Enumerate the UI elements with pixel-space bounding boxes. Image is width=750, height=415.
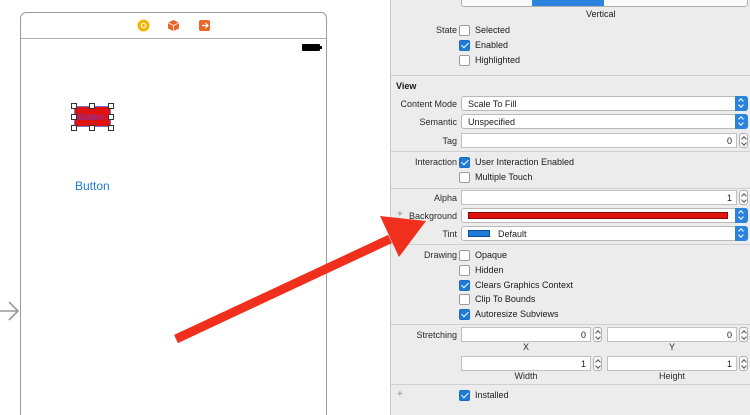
chevron-updown-icon: [735, 96, 748, 111]
alpha-label: Alpha: [433, 193, 457, 203]
semantic-value: Unspecified: [468, 117, 516, 127]
stretching-width-caption: Width: [514, 371, 538, 381]
opaque-label: Opaque: [475, 250, 508, 260]
installed-label: Installed: [475, 390, 509, 400]
chevron-updown-icon: [735, 114, 748, 129]
semantic-popup[interactable]: Unspecified: [461, 114, 748, 129]
hidden-label: Hidden: [475, 265, 504, 275]
view-controller-scene[interactable]: Button Button: [20, 12, 327, 415]
selected-button-title: Button: [78, 112, 105, 122]
storyboard-canvas[interactable]: Button Button: [0, 0, 390, 415]
multiple-touch-checkbox[interactable]: [459, 172, 470, 183]
interaction-label: Interaction: [414, 157, 457, 167]
resize-handle[interactable]: [89, 125, 95, 131]
battery-icon: [302, 44, 322, 51]
user-interaction-checkbox[interactable]: [459, 157, 470, 168]
alpha-field[interactable]: 1: [461, 190, 737, 205]
tag-stepper[interactable]: [739, 133, 748, 148]
autoresize-checkbox[interactable]: [459, 309, 470, 320]
stretching-width-field[interactable]: 1: [461, 356, 591, 371]
tint-color-swatch: [468, 230, 490, 237]
stretching-width-value: 1: [580, 359, 586, 369]
highlighted-checkbox[interactable]: [459, 55, 470, 66]
scene-dock: [21, 13, 326, 39]
tag-label: Tag: [442, 136, 457, 146]
opaque-checkbox[interactable]: [459, 250, 470, 261]
clip-to-bounds-checkbox[interactable]: [459, 294, 470, 305]
exit-icon[interactable]: [198, 19, 211, 32]
attributes-inspector: Vertical State Selected Enabled Highligh…: [390, 0, 750, 415]
tint-color-popup[interactable]: Default: [461, 226, 748, 241]
background-color-swatch: [468, 212, 728, 219]
stretching-y-field[interactable]: 0: [607, 327, 737, 342]
section-divider: [391, 75, 750, 76]
stretching-label: Stretching: [416, 330, 457, 340]
hidden-checkbox[interactable]: [459, 265, 470, 276]
stretching-width-stepper[interactable]: [593, 356, 602, 371]
enabled-checkbox[interactable]: [459, 40, 470, 51]
selected-checkbox[interactable]: [459, 25, 470, 36]
multiple-touch-label: Multiple Touch: [475, 172, 533, 182]
resize-handle[interactable]: [108, 114, 114, 120]
stretching-x-stepper[interactable]: [593, 327, 602, 342]
chevron-updown-icon: [735, 226, 748, 241]
view-section-title: View: [396, 81, 417, 91]
stretching-height-caption: Height: [658, 371, 685, 381]
selected-button[interactable]: Button: [74, 106, 111, 127]
content-mode-popup[interactable]: Scale To Fill: [461, 96, 748, 111]
clears-graphics-label: Clears Graphics Context: [475, 280, 574, 290]
axis-label: Vertical: [586, 9, 616, 19]
section-divider: [391, 384, 750, 385]
resize-handle[interactable]: [71, 125, 77, 131]
section-divider: [391, 324, 750, 325]
resize-handle[interactable]: [108, 103, 114, 109]
resize-handle[interactable]: [89, 103, 95, 109]
stretching-x-caption: X: [522, 342, 529, 352]
alpha-stepper[interactable]: [739, 190, 748, 205]
installed-checkbox[interactable]: [459, 390, 470, 401]
semantic-label: Semantic: [419, 117, 457, 127]
section-divider: [391, 151, 750, 152]
stretching-x-value: 0: [580, 330, 586, 340]
content-mode-value: Scale To Fill: [468, 99, 517, 109]
resize-handle[interactable]: [108, 125, 114, 131]
section-divider: [391, 188, 750, 189]
view-controller-icon[interactable]: [137, 19, 150, 32]
background-color-popup[interactable]: [461, 208, 748, 223]
axis-segmented-control[interactable]: [461, 0, 748, 7]
enabled-checkbox-label: Enabled: [475, 40, 509, 50]
tint-value: Default: [498, 229, 527, 239]
first-responder-icon[interactable]: [167, 19, 180, 32]
clip-to-bounds-label: Clip To Bounds: [475, 294, 536, 304]
user-interaction-label: User Interaction Enabled: [475, 157, 575, 167]
axis-segment-selected[interactable]: [532, 0, 604, 6]
stretching-height-stepper[interactable]: [739, 356, 748, 371]
tag-value: 0: [726, 136, 732, 146]
chevron-updown-icon: [735, 208, 748, 223]
section-divider: [391, 244, 750, 245]
segue-arrow-icon: [0, 301, 20, 321]
stretching-y-stepper[interactable]: [739, 327, 748, 342]
tag-field[interactable]: 0: [461, 133, 737, 148]
selected-checkbox-label: Selected: [475, 25, 511, 35]
content-mode-label: Content Mode: [400, 99, 457, 109]
tint-label: Tint: [442, 229, 457, 239]
add-variation-icon[interactable]: +: [397, 389, 403, 400]
system-button[interactable]: Button: [75, 179, 110, 193]
stretching-height-field[interactable]: 1: [607, 356, 737, 371]
highlighted-checkbox-label: Highlighted: [475, 55, 521, 65]
stretching-height-value: 1: [726, 359, 732, 369]
alpha-value: 1: [726, 193, 732, 203]
resize-handle[interactable]: [71, 103, 77, 109]
resize-handle[interactable]: [71, 114, 77, 120]
state-label: State: [435, 25, 457, 35]
stretching-y-caption: Y: [668, 342, 675, 352]
background-label: Background: [408, 211, 457, 221]
drawing-label: Drawing: [423, 250, 457, 260]
clears-graphics-checkbox[interactable]: [459, 280, 470, 291]
autoresize-label: Autoresize Subviews: [475, 309, 559, 319]
stretching-y-value: 0: [726, 330, 732, 340]
stretching-x-field[interactable]: 0: [461, 327, 591, 342]
